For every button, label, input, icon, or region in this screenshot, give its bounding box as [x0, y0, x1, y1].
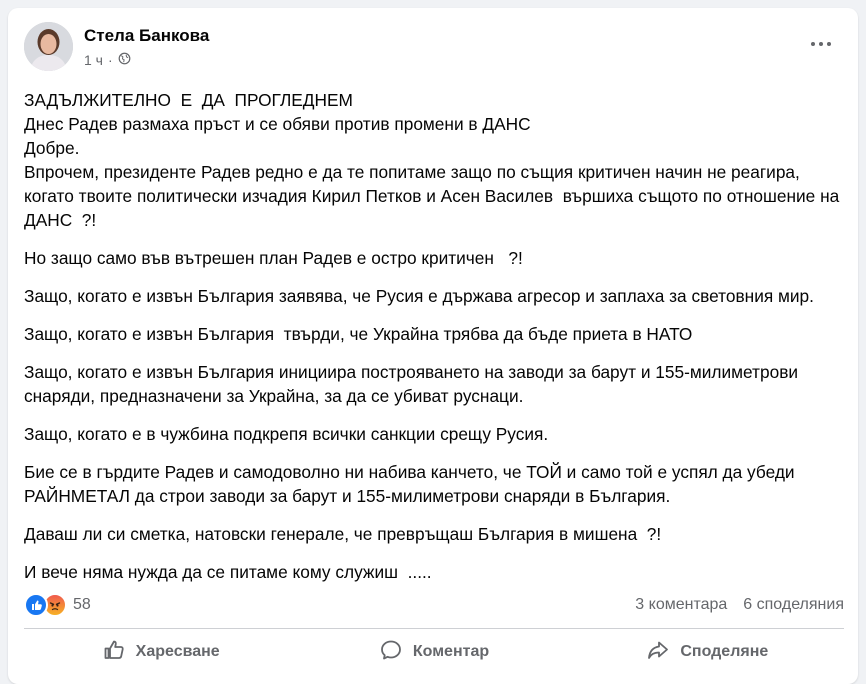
post-paragraph: ЗАДЪЛЖИТЕЛНО Е ДА ПРОГЛЕДНЕМ — [24, 90, 353, 110]
like-reaction-icon — [24, 593, 48, 617]
avatar[interactable] — [24, 22, 73, 71]
share-count[interactable]: 6 споделяния — [743, 596, 844, 614]
post-content: ЗАДЪЛЖИТЕЛНО Е ДА ПРОГЛЕДНЕМ Днес Радев … — [24, 88, 844, 598]
reaction-summary[interactable]: 58 — [24, 593, 91, 617]
post-paragraph: Защо, когато е извън България твърди, че… — [24, 324, 693, 344]
post-stats: 58 3 коментара 6 споделяния — [24, 592, 844, 618]
comment-button[interactable]: Коментар — [297, 632, 570, 672]
time-separator: · — [107, 52, 113, 68]
share-button-label: Споделяне — [680, 643, 769, 660]
post-paragraph: Защо, когато е извън България инициира п… — [24, 362, 803, 406]
comment-button-label: Коментар — [412, 643, 490, 660]
post-paragraph: Даваш ли си сметка, натовски генерале, ч… — [24, 524, 662, 544]
post-paragraph: Защо, когато е в чужбина подкрепя всички… — [24, 424, 549, 444]
divider — [24, 628, 844, 629]
post-paragraph: Но защо само във вътрешен план Радев е о… — [24, 248, 523, 268]
post-meta: 1 ч · — [84, 52, 131, 68]
globe-icon — [118, 52, 131, 68]
thumbs-up-icon — [102, 638, 126, 667]
post-actions: Харесване Коментар Споделяне — [24, 632, 844, 672]
post-time[interactable]: 1 ч — [84, 52, 103, 68]
author-name[interactable]: Стела Банкова — [84, 26, 209, 46]
post-paragraph: Защо, когато е извън България заявява, ч… — [24, 286, 814, 306]
more-options-icon[interactable] — [808, 38, 834, 50]
post-paragraph: И вече няма нужда да се питаме кому служ… — [24, 562, 432, 582]
like-button[interactable]: Харесване — [24, 632, 297, 672]
share-button[interactable]: Споделяне — [571, 632, 844, 672]
share-icon — [646, 638, 670, 667]
post-paragraph: Впрочем, президенте Радев редно е да те … — [24, 162, 845, 230]
comment-icon — [379, 638, 403, 667]
post-opening-block: ЗАДЪЛЖИТЕЛНО Е ДА ПРОГЛЕДНЕМ Днес Радев … — [24, 88, 844, 232]
post-paragraph: Днес Радев размаха пръст и се обяви прот… — [24, 114, 531, 134]
post-paragraph: Добре. — [24, 138, 80, 158]
engagement-counts: 3 коментара 6 споделяния — [635, 596, 844, 614]
post-paragraph: Бие се в гърдите Радев и самодоволно ни … — [24, 462, 800, 506]
reaction-count: 58 — [73, 596, 91, 613]
like-button-label: Харесване — [135, 643, 220, 660]
comment-count[interactable]: 3 коментара — [635, 596, 727, 614]
post-card: Стела Банкова 1 ч · ЗАДЪЛЖИТЕЛНО Е ДА ПР… — [8, 8, 858, 684]
